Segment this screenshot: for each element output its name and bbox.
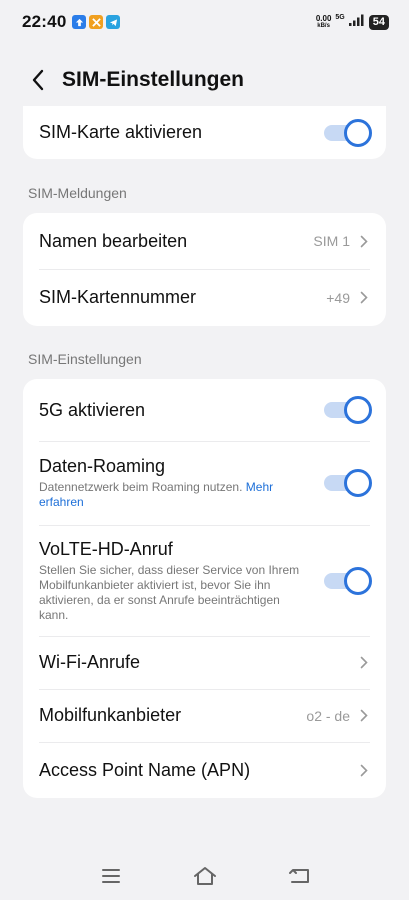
provider-value: o2 - de xyxy=(306,707,350,724)
system-navigation-bar xyxy=(0,860,409,892)
roaming-toggle[interactable] xyxy=(324,469,372,497)
speed-unit: kB/s xyxy=(317,23,330,29)
sim-activate-row[interactable]: SIM-Karte aktivieren xyxy=(23,106,386,159)
apn-text: Access Point Name (APN) xyxy=(39,760,358,781)
volte-toggle[interactable] xyxy=(324,566,372,595)
back-nav-button[interactable] xyxy=(286,863,312,889)
volte-label: VoLTE-HD-Anruf xyxy=(39,538,173,559)
sim-number-text: SIM-Kartennummer xyxy=(39,287,326,308)
status-right: 0.00 kB/s 5G 54 xyxy=(316,13,389,31)
home-icon xyxy=(193,867,216,885)
chevron-right-icon xyxy=(358,763,370,777)
roaming-row[interactable]: Daten-Roaming Datennetzwerk beim Roaming… xyxy=(23,441,386,525)
chevron-right-icon xyxy=(358,234,370,248)
speed-value: 0.00 xyxy=(315,14,332,23)
toggle-knob xyxy=(344,118,372,147)
toggle-knob xyxy=(344,566,372,595)
section-title-sim-messages: SIM-Meldungen xyxy=(28,185,127,201)
page-title: SIM-Einstellungen xyxy=(62,68,245,91)
roaming-text: Daten-Roaming Datennetzwerk beim Roaming… xyxy=(39,456,324,510)
chevron-right-icon xyxy=(358,291,370,305)
toggle-knob xyxy=(344,396,372,424)
sim-settings-card: 5G aktivieren Daten-Roaming Datennetzwer… xyxy=(23,379,386,798)
screen: 22:40 0.00 kB/s 5G 54 SIM-Einstellungen … xyxy=(0,0,409,900)
volte-text: VoLTE-HD-Anruf Stellen Sie sicher, dass … xyxy=(39,539,324,623)
provider-label: Mobilfunkanbieter xyxy=(39,705,182,725)
status-bar: 22:40 0.00 kB/s 5G 54 xyxy=(0,0,409,44)
roaming-description: Datennetzwerk beim Roaming nutzen. Mehr … xyxy=(39,480,310,510)
volte-description: Stellen Sie sicher, dass dieser Service … xyxy=(39,562,300,622)
edit-name-value: SIM 1 xyxy=(313,233,350,249)
apn-row[interactable]: Access Point Name (APN) xyxy=(23,742,386,798)
toggle-knob xyxy=(344,469,372,497)
menu-button[interactable] xyxy=(98,863,124,889)
header: SIM-Einstellungen xyxy=(0,52,409,108)
sim-messages-card: Namen bearbeiten SIM 1 SIM-Kartennummer … xyxy=(23,213,386,326)
sim-activate-card: SIM-Karte aktivieren xyxy=(23,106,386,159)
chevron-right-icon xyxy=(358,709,370,723)
sim-number-row[interactable]: SIM-Kartennummer +49 xyxy=(23,269,386,326)
network-type: 5G xyxy=(335,14,345,21)
sim-activate-toggle[interactable] xyxy=(324,118,372,147)
edit-name-text: Namen bearbeiten xyxy=(39,231,313,252)
chevron-right-icon xyxy=(358,656,370,670)
home-button[interactable] xyxy=(192,863,218,889)
back-button[interactable] xyxy=(14,56,62,104)
fiveg-toggle[interactable] xyxy=(324,396,372,424)
network-speed: 0.00 kB/s xyxy=(315,14,332,30)
wifi-calls-row[interactable]: Wi-Fi-Anrufe xyxy=(23,636,386,689)
back-nav-icon xyxy=(288,869,309,883)
signal-icon xyxy=(348,13,365,31)
edit-name-label: Namen bearbeiten xyxy=(39,230,188,251)
apn-label: Access Point Name (APN) xyxy=(39,759,251,780)
provider-row[interactable]: Mobilfunkanbieter o2 - de xyxy=(23,689,386,742)
battery-icon: 54 xyxy=(368,14,389,30)
upload-icon xyxy=(72,15,87,29)
roaming-label: Daten-Roaming xyxy=(39,456,166,476)
edit-name-row[interactable]: Namen bearbeiten SIM 1 xyxy=(23,213,386,269)
sim-activate-label: SIM-Karte aktivieren xyxy=(39,122,203,142)
sim-number-value: +49 xyxy=(326,289,350,306)
wifi-calls-text: Wi-Fi-Anrufe xyxy=(39,652,358,673)
back-arrow-icon xyxy=(32,69,44,91)
menu-icon xyxy=(101,869,120,883)
sim-number-label: SIM-Kartennummer xyxy=(39,287,197,307)
status-time: 22:40 xyxy=(22,12,67,31)
app-icon xyxy=(89,15,104,29)
telegram-icon xyxy=(106,15,121,29)
provider-text: Mobilfunkanbieter xyxy=(39,705,306,726)
fiveg-text: 5G aktivieren xyxy=(39,400,324,421)
section-title-sim-settings: SIM-Einstellungen xyxy=(28,351,142,367)
volte-row[interactable]: VoLTE-HD-Anruf Stellen Sie sicher, dass … xyxy=(23,525,386,636)
sim-activate-text: SIM-Karte aktivieren xyxy=(39,122,324,143)
fiveg-row[interactable]: 5G aktivieren xyxy=(23,379,386,441)
fiveg-label: 5G aktivieren xyxy=(39,399,146,420)
notification-icons xyxy=(72,15,121,29)
wifi-calls-label: Wi-Fi-Anrufe xyxy=(39,652,141,672)
roaming-desc-text: Datennetzwerk beim Roaming nutzen. xyxy=(39,480,243,494)
